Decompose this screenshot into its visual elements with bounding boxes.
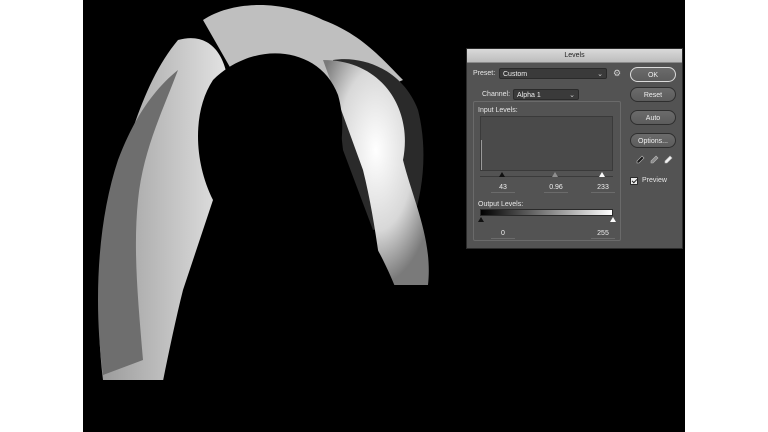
output-levels-label: Output Levels: [478,201,524,208]
input-white-field[interactable]: 233 [591,183,615,193]
histogram [480,116,613,171]
preview-label: Preview [642,177,667,184]
channel-label: Channel: [482,91,511,98]
input-black-point-slider[interactable] [499,172,505,177]
histogram-spike [481,140,482,170]
channel-select[interactable]: Alpha 1 ⌄ [513,89,579,100]
input-levels-label: Input Levels: [478,107,518,114]
white-eyedropper-icon[interactable] [663,155,673,165]
gray-eyedropper-icon[interactable] [649,155,659,165]
output-gradient-bar [480,209,613,216]
black-eyedropper-icon[interactable] [635,155,645,165]
input-gamma-field[interactable]: 0.96 [544,183,568,193]
ok-button[interactable]: OK [630,67,676,82]
output-black-field[interactable]: 0 [491,229,515,239]
options-button[interactable]: Options... [630,133,676,148]
chevron-down-icon: ⌄ [597,71,603,78]
gear-icon[interactable]: ⚙ [613,68,621,78]
chevron-down-icon: ⌄ [569,92,575,99]
reset-button[interactable]: Reset [630,87,676,102]
preset-label: Preset: [473,70,496,77]
output-white-field[interactable]: 255 [591,229,615,239]
input-black-field[interactable]: 43 [491,183,515,193]
levels-dialog: Levels Preset: Custom ⌄ ⚙ Channel: Alpha… [466,48,683,249]
preset-value: Custom [503,71,528,78]
output-white-slider[interactable] [610,217,616,222]
preset-select[interactable]: Custom ⌄ [499,68,607,79]
channel-value: Alpha 1 [517,92,541,99]
input-white-point-slider[interactable] [599,172,605,177]
preview-checkbox[interactable] [630,177,638,185]
output-black-slider[interactable] [478,217,484,222]
input-gamma-slider[interactable] [552,172,558,177]
dialog-title[interactable]: Levels [467,49,682,63]
auto-button[interactable]: Auto [630,110,676,125]
